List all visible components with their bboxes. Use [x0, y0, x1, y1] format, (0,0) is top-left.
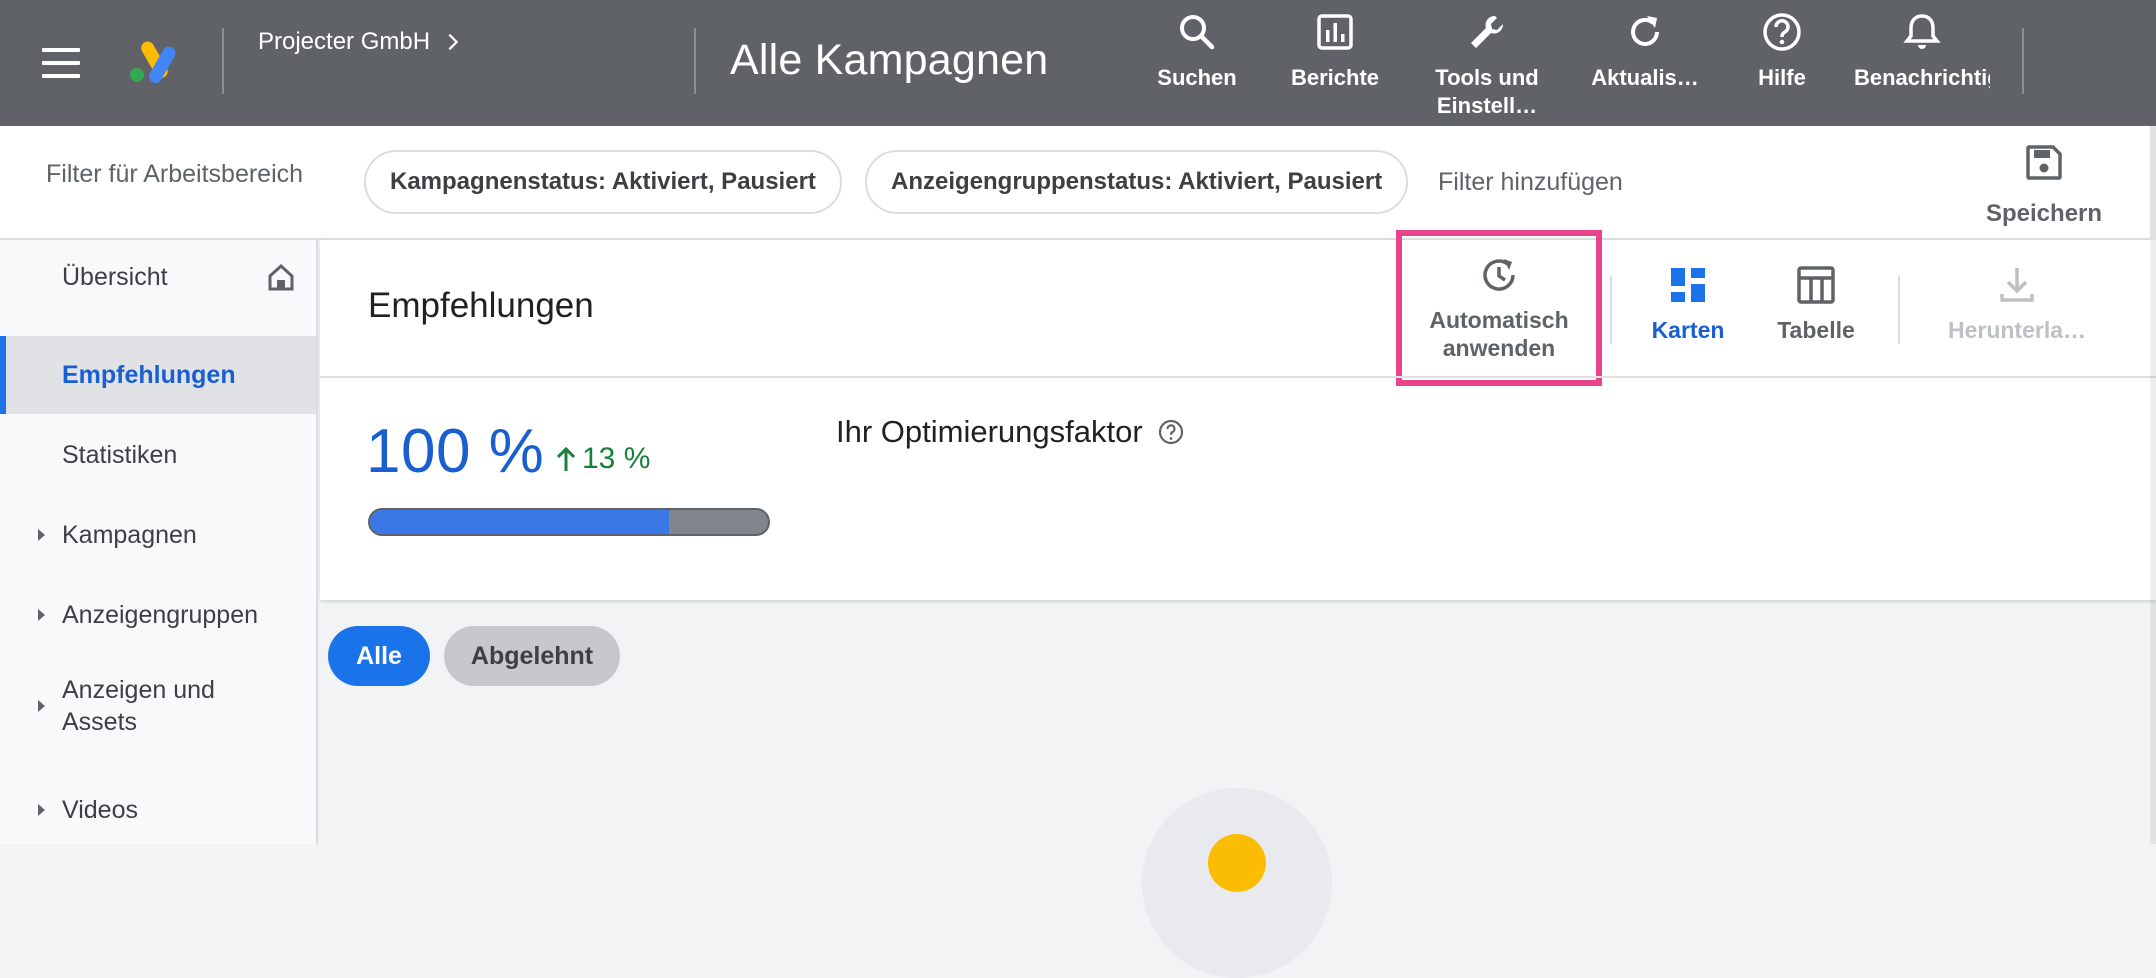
- download-button[interactable]: Herunterla…: [1932, 262, 2102, 344]
- search-button[interactable]: Suchen: [1148, 10, 1246, 92]
- bell-icon: [1903, 14, 1941, 49]
- history-clock-icon: [1483, 259, 1515, 291]
- wrench-icon: [1471, 15, 1504, 48]
- table-view-label: Tabelle: [1777, 317, 1855, 343]
- cards-view-button[interactable]: Karten: [1638, 262, 1738, 344]
- sidebar-item-label: Übersicht: [62, 263, 168, 291]
- tab-all[interactable]: Alle: [328, 626, 430, 686]
- sidebar-item-adgroups[interactable]: Anzeigengruppen: [0, 576, 316, 654]
- expand-caret-icon: [38, 529, 45, 541]
- empty-state-illustration-dot: [1208, 834, 1266, 892]
- tools-settings-label: Tools und Einstell…: [1435, 65, 1539, 118]
- optimization-score: 100 %: [366, 417, 545, 486]
- sidebar-item-recommendations[interactable]: Empfehlungen: [0, 336, 316, 414]
- expand-caret-icon: [38, 804, 45, 816]
- workspace-filter-bar: Filter für Arbeitsbereich Kampagnenstatu…: [0, 126, 2150, 240]
- save-label: Speichern: [1986, 200, 2103, 227]
- page-title: Alle Kampagnen: [730, 36, 1049, 84]
- score-delta: 13 %: [554, 442, 650, 476]
- expand-caret-icon: [38, 609, 45, 621]
- topbar-divider: [2022, 28, 2024, 94]
- chevron-right-icon: [448, 33, 459, 51]
- topbar-divider: [222, 28, 224, 94]
- sidebar-item-label: Statistiken: [62, 441, 178, 469]
- download-label: Herunterla…: [1947, 317, 2087, 343]
- top-app-bar: Projecter GmbH Alle Kampagnen Suchen Ber…: [0, 0, 2156, 126]
- download-icon: [2000, 268, 2034, 302]
- section-title: Empfehlungen: [368, 286, 594, 325]
- cards-view-label: Karten: [1651, 317, 1725, 343]
- sidebar-item-label: Anzeigen und Assets: [62, 676, 215, 736]
- tools-settings-button[interactable]: Tools und Einstell…: [1422, 10, 1552, 120]
- account-selector[interactable]: Projecter GmbH: [258, 28, 464, 56]
- reports-label: Berichte: [1290, 65, 1380, 90]
- toolbar-divider: [1610, 276, 1612, 344]
- sidebar-item-overview[interactable]: Übersicht: [0, 240, 316, 314]
- search-icon: [1180, 15, 1215, 50]
- sidebar-item-label: Videos: [62, 796, 138, 824]
- toolbar-divider: [1898, 276, 1900, 344]
- panel-divider: [320, 376, 2156, 378]
- sidebar-item-label: Anzeigengruppen: [62, 601, 258, 629]
- reports-button[interactable]: Berichte: [1280, 10, 1390, 92]
- arrow-up-icon: [556, 446, 576, 471]
- help-label: Hilfe: [1758, 65, 1806, 90]
- campaign-status-filter-chip[interactable]: Kampagnenstatus: Aktiviert, Pausiert: [364, 150, 842, 214]
- dashboard-cards-icon: [1671, 268, 1705, 302]
- tab-rejected[interactable]: Abgelehnt: [444, 626, 620, 686]
- help-icon: [1763, 13, 1801, 51]
- optimization-score-label-text: Ihr Optimierungsfaktor: [836, 414, 1143, 449]
- sidebar-item-ads-assets[interactable]: Anzeigen und Assets: [0, 656, 316, 756]
- help-outline-icon[interactable]: [1157, 418, 1185, 446]
- refresh-button[interactable]: Aktualis…: [1582, 10, 1708, 92]
- sidebar-item-campaigns[interactable]: Kampagnen: [0, 496, 316, 574]
- save-filter-button[interactable]: Speichern: [1986, 140, 2102, 228]
- help-button[interactable]: Hilfe: [1734, 10, 1830, 92]
- progress-fill: [370, 510, 669, 534]
- sidebar-item-label: Kampagnen: [62, 521, 197, 549]
- workspace-filter-label: Filter für Arbeitsbereich: [46, 160, 304, 188]
- optimization-score-label: Ihr Optimierungsfaktor: [836, 414, 1185, 450]
- sidebar-item-insights[interactable]: Statistiken: [0, 416, 316, 494]
- sidebar-item-label: Empfehlungen: [62, 361, 236, 389]
- adgroup-status-filter-chip[interactable]: Anzeigengruppenstatus: Aktiviert, Pausie…: [865, 150, 1409, 214]
- add-filter-button[interactable]: Filter hinzufügen: [1438, 168, 1623, 197]
- save-icon: [2026, 145, 2062, 180]
- notifications-button[interactable]: Benachrichtigungen: [1854, 10, 1990, 92]
- refresh-icon: [1631, 16, 1659, 46]
- search-label: Suchen: [1157, 65, 1237, 90]
- menu-icon[interactable]: [42, 48, 80, 78]
- navigation-sidebar: Übersicht Empfehlungen Statistiken Kampa…: [0, 240, 318, 844]
- refresh-label: Aktualis…: [1591, 65, 1699, 90]
- auto-apply-label: Automatisch anwenden: [1429, 307, 1569, 361]
- expand-caret-icon: [38, 700, 45, 712]
- topbar-divider: [694, 28, 696, 94]
- sidebar-item-videos[interactable]: Videos: [0, 776, 316, 844]
- notifications-label: Benachrichtigungen: [1854, 65, 1990, 90]
- table-icon: [1797, 266, 1835, 304]
- account-name: Projecter GmbH: [258, 28, 431, 55]
- google-ads-logo-icon[interactable]: [128, 38, 178, 84]
- score-delta-value: 13 %: [582, 442, 651, 475]
- table-view-button[interactable]: Tabelle: [1766, 262, 1866, 344]
- home-icon: [268, 263, 294, 291]
- auto-apply-button[interactable]: Automatisch anwenden: [1404, 252, 1594, 362]
- reports-icon: [1317, 14, 1353, 50]
- recommendations-panel: Empfehlungen Automatisch anwenden Karten…: [320, 230, 2156, 600]
- scrollbar-edge: [2150, 126, 2156, 844]
- optimization-progress-bar: [368, 508, 770, 536]
